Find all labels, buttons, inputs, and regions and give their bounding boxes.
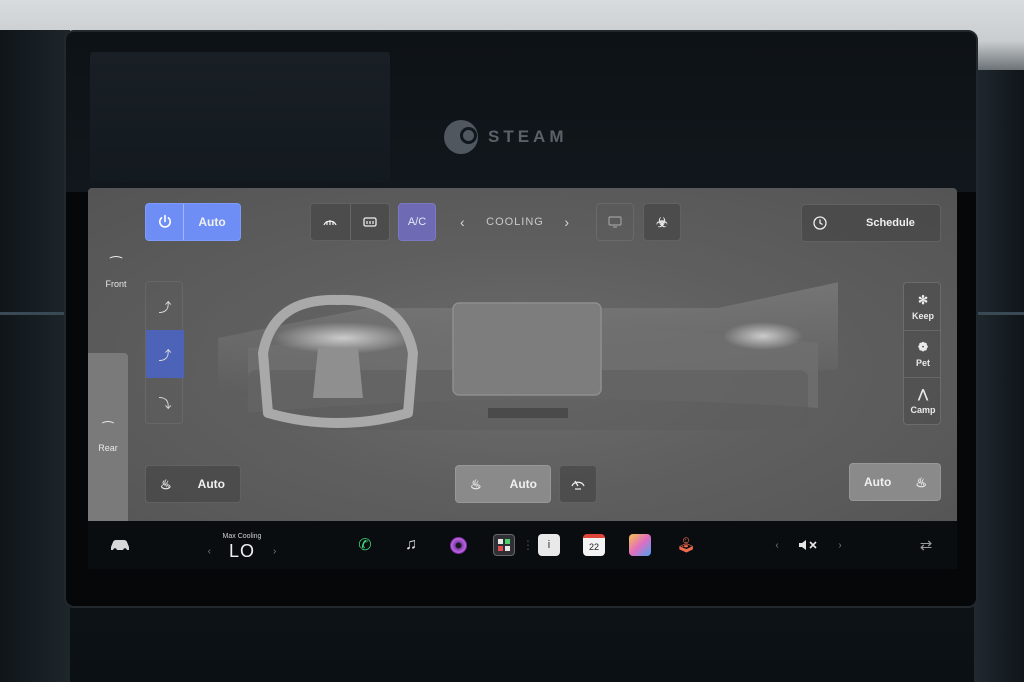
volume-up-icon[interactable]: ›: [835, 521, 845, 569]
camp-mode-label: Camp: [910, 405, 936, 415]
paw-icon: ❁: [917, 340, 929, 354]
cabin-dashboard-illustration: [218, 282, 838, 430]
keep-mode-label: Keep: [911, 310, 934, 321]
power-icon[interactable]: [146, 204, 184, 240]
front-airflow-icon: ⁀: [110, 256, 122, 272]
seat-heater-icon: ♨: [915, 474, 927, 490]
defrost-group: [310, 203, 390, 241]
passenger-seat-heater-label: Auto: [864, 475, 892, 489]
taskbar-divider: ⋮: [522, 538, 534, 552]
rear-airflow-icon: ⁀: [102, 421, 114, 436]
climate-mode-label: COOLING: [486, 216, 544, 228]
fan-icon: ✻: [917, 292, 929, 307]
background-app-ghost: [90, 52, 390, 182]
dashcam-app-icon[interactable]: [491, 521, 517, 569]
steam-logo-icon: [444, 120, 478, 154]
rear-zone-label: Rear: [98, 443, 118, 453]
steam-background: STEAM: [66, 32, 976, 192]
driver-seat-heater-button[interactable]: ♨ Auto: [145, 465, 241, 503]
clock-icon: [813, 216, 827, 230]
interior-left: [0, 30, 70, 682]
taskbar: Max Cooling ‹ LO › ✆ ♫ ⋮ i 22 🕹 ‹ › ⇄: [88, 521, 957, 569]
arcade-joystick-icon[interactable]: 🕹: [675, 521, 697, 569]
music-icon[interactable]: ♫: [400, 521, 422, 569]
tent-icon: ⋀: [918, 387, 928, 401]
interior-right: [974, 70, 1024, 682]
phone-icon[interactable]: ✆: [354, 521, 376, 569]
front-zone-label: Front: [105, 279, 127, 289]
steering-wheel-heat-button[interactable]: ♨ Auto: [455, 465, 551, 503]
schedule-label: Schedule: [866, 217, 915, 229]
ambient-light-left: [0, 312, 66, 315]
biohazard-icon: ☣: [656, 214, 668, 230]
volume-down-icon[interactable]: ‹: [772, 521, 782, 569]
rear-zone-label-wrap[interactable]: ⁀ Rear: [88, 421, 128, 453]
vent-feet-button[interactable]: ⤵: [146, 378, 184, 426]
front-defrost-icon: [323, 220, 337, 226]
toybox-app-icon[interactable]: [629, 521, 651, 569]
seat-heater-icon: ♨: [160, 476, 172, 492]
climate-panel: Auto A/C ‹ COOLING › ☣ Schedule ⁀ Front …: [88, 188, 957, 521]
chevron-left-icon[interactable]: ‹: [460, 214, 466, 230]
steering-wheel-heat-label: Auto: [509, 477, 537, 491]
camera-icon[interactable]: [447, 521, 469, 569]
pet-mode-button[interactable]: ❁ Pet: [904, 330, 940, 377]
temperature-value[interactable]: LO: [229, 541, 255, 562]
calendar-app-icon[interactable]: 22: [583, 521, 605, 569]
calendar-day: 22: [583, 534, 605, 556]
swap-icon[interactable]: ⇄: [913, 521, 939, 569]
driver-seat-heater-label: Auto: [197, 477, 225, 491]
screen-recirculate-button[interactable]: [596, 203, 634, 241]
chevron-right-icon[interactable]: ›: [564, 214, 570, 230]
temperature-control: Max Cooling ‹ LO ›: [202, 521, 282, 569]
steam-logo-text: STEAM: [488, 127, 568, 146]
bioweapon-defense-button[interactable]: ☣: [643, 203, 681, 241]
manual-app-tile: i: [538, 534, 560, 556]
schedule-button[interactable]: Schedule: [801, 204, 941, 242]
wiper-heat-icon: [571, 480, 585, 490]
climate-power-auto-button[interactable]: Auto: [145, 203, 241, 241]
temperature-down-icon[interactable]: ‹: [208, 546, 211, 557]
pet-mode-label: Pet: [915, 358, 930, 368]
vent-feet-icon: ⤵: [158, 395, 172, 411]
ac-button[interactable]: A/C: [398, 203, 436, 241]
climate-modes-column: ✻ Keep ❁ Pet ⋀ Camp: [903, 282, 941, 425]
mute-icon[interactable]: [797, 521, 819, 569]
keep-mode-button[interactable]: ✻ Keep: [904, 283, 940, 330]
car-icon: [111, 540, 129, 552]
vent-face-button[interactable]: ⤴: [146, 282, 184, 330]
steering-wheel-heat-icon: ♨: [470, 476, 482, 492]
ambient-light-right: [974, 312, 1024, 315]
steam-logo: STEAM: [444, 120, 568, 154]
manual-app-icon[interactable]: i: [538, 521, 560, 569]
dashcam-app-tile: [493, 534, 515, 556]
climate-mode-selector: ‹ COOLING ›: [460, 214, 570, 230]
vent-face-icon: ⤴: [158, 299, 172, 315]
passenger-seat-heater-button[interactable]: Auto ♨: [849, 463, 941, 501]
vent-face-feet-button[interactable]: ⤴: [146, 330, 184, 378]
toybox-app-tile: [629, 534, 651, 556]
camp-mode-button[interactable]: ⋀ Camp: [904, 377, 940, 424]
rear-defrost-button[interactable]: [349, 204, 390, 240]
wiper-heat-button[interactable]: [559, 465, 597, 503]
front-defrost-button[interactable]: [311, 204, 350, 240]
temperature-caption: Max Cooling: [222, 532, 262, 540]
temperature-up-icon[interactable]: ›: [273, 546, 276, 557]
vent-selector: ⤴ ⤴ ⤵: [145, 281, 184, 426]
screen-recirculate-icon: [608, 216, 622, 228]
front-zone-tab[interactable]: ⁀ Front: [96, 256, 136, 289]
rear-defrost-icon: [363, 217, 377, 227]
display-lower-bezel: [64, 569, 978, 609]
auto-label: Auto: [198, 215, 226, 229]
vent-face-feet-icon: ⤴: [158, 347, 172, 363]
car-button[interactable]: [108, 521, 132, 569]
